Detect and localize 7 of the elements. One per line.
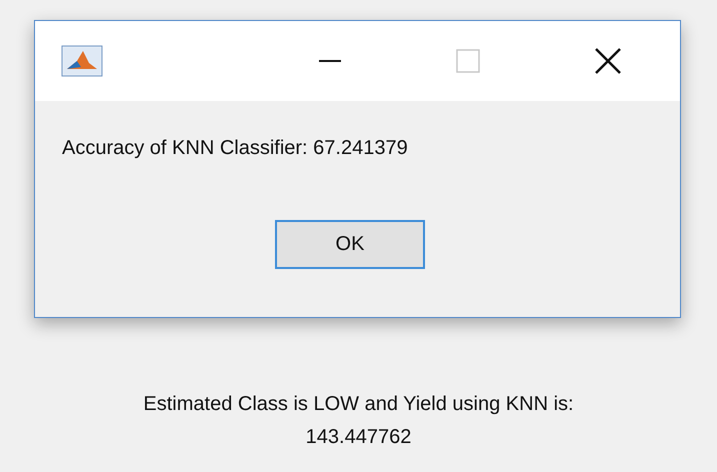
- message-text: Accuracy of KNN Classifier: 67.241379: [62, 137, 409, 160]
- result-text: 143.447762: [306, 425, 412, 450]
- result-text: Estimated Class is LOW and Yield using KNN is:: [143, 392, 574, 417]
- minimize-icon[interactable]: [319, 59, 341, 63]
- ok-button[interactable]: OK: [275, 220, 425, 269]
- app-logo-icon: [61, 45, 103, 77]
- close-icon[interactable]: [595, 48, 621, 74]
